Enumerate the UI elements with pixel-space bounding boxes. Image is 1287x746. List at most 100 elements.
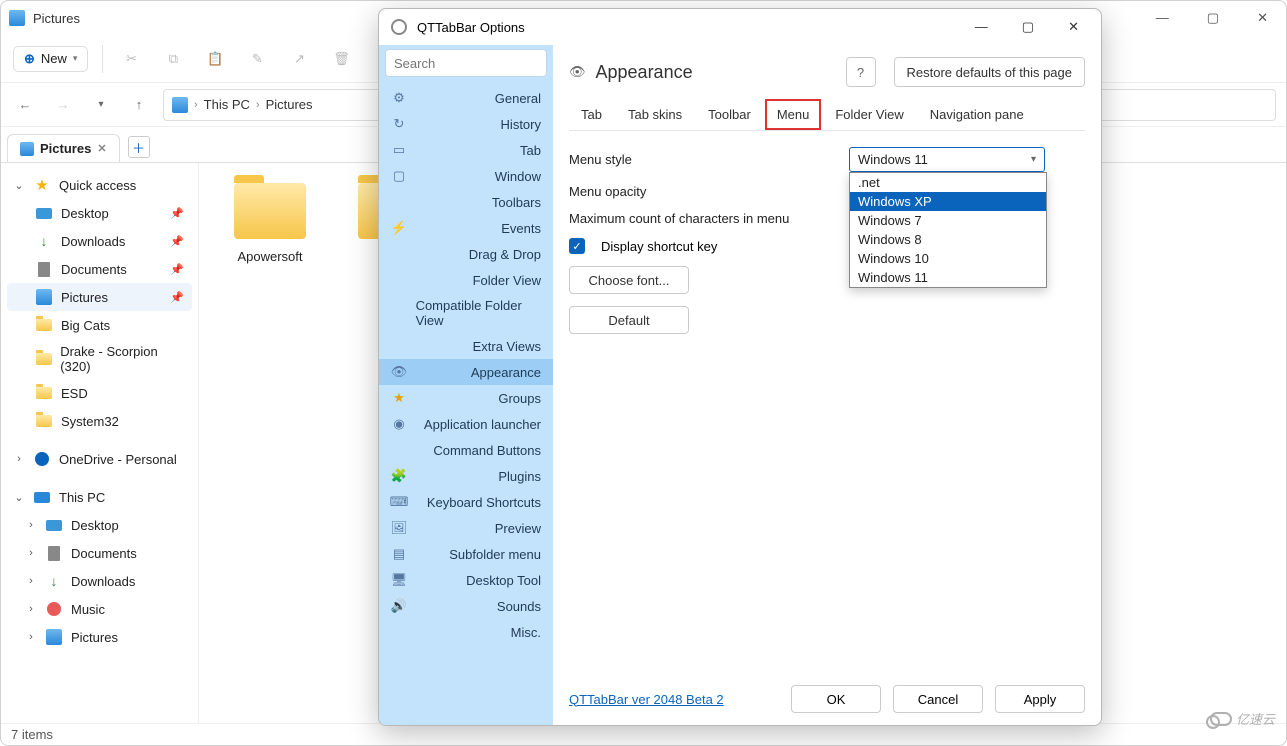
category-desktool[interactable]: 🖥Desktop Tool — [379, 567, 553, 593]
dropdown-option[interactable]: Windows 7 — [850, 211, 1046, 230]
sidebar-pc-documents[interactable]: › Documents — [7, 539, 192, 567]
category-plugins[interactable]: 🧩Plugins — [379, 463, 553, 489]
breadcrumb-current[interactable]: Pictures — [266, 97, 313, 112]
sidebar-downloads[interactable]: ↓ Downloads 📌 — [7, 227, 192, 255]
menu-opacity-label: Menu opacity — [569, 184, 839, 199]
pictures-icon — [20, 142, 34, 156]
minimize-button[interactable]: — — [965, 15, 998, 39]
preview-icon: 🖼 — [391, 520, 407, 536]
sidebar-pc-pictures[interactable]: › Pictures — [7, 623, 192, 651]
rename-icon[interactable]: ✎ — [243, 45, 271, 73]
category-events[interactable]: ⚡Events — [379, 215, 553, 241]
form-area: Menu style Windows 11 ▾ Menu opacity Max… — [569, 147, 1085, 346]
sidebar-system32[interactable]: System32 — [7, 407, 192, 435]
category-compat[interactable]: Compatible Folder View — [379, 293, 553, 333]
sidebar-big-cats[interactable]: Big Cats — [7, 311, 192, 339]
category-preview[interactable]: 🖼Preview — [379, 515, 553, 541]
subtab-skins[interactable]: Tab skins — [616, 99, 694, 130]
choose-font-button[interactable]: Choose font... — [569, 266, 689, 294]
dialog-body: ⚙General ↻History ▭Tab ▢Window Toolbars … — [379, 45, 1101, 725]
default-button[interactable]: Default — [569, 306, 689, 334]
sidebar-esd[interactable]: ESD — [7, 379, 192, 407]
subtab-tab[interactable]: Tab — [569, 99, 614, 130]
category-folderview[interactable]: Folder View — [379, 267, 553, 293]
category-dragdrop[interactable]: Drag & Drop — [379, 241, 553, 267]
menu-style-select[interactable]: Windows 11 ▾ — [849, 147, 1045, 172]
folder-item[interactable]: Apowersoft — [215, 183, 325, 264]
close-button[interactable]: ✕ — [1058, 15, 1089, 39]
category-launcher[interactable]: ◉Application launcher — [379, 411, 553, 437]
dropdown-option[interactable]: Windows 11 — [850, 268, 1046, 287]
maximize-button[interactable]: ▢ — [1197, 8, 1229, 28]
restore-defaults-button[interactable]: Restore defaults of this page — [894, 57, 1086, 87]
ok-button[interactable]: OK — [791, 685, 881, 713]
window-title: Pictures — [33, 11, 80, 26]
category-general[interactable]: ⚙General — [379, 85, 553, 111]
sidebar-desktop[interactable]: Desktop 📌 — [7, 199, 192, 227]
menu-style-row: Menu style Windows 11 ▾ — [569, 147, 1085, 172]
dropdown-option[interactable]: Windows XP — [850, 192, 1046, 211]
back-button[interactable]: ← — [11, 91, 39, 119]
share-icon[interactable]: ↗ — [285, 45, 313, 73]
sidebar-label: Big Cats — [61, 318, 110, 333]
subtab-menu[interactable]: Menu — [765, 99, 822, 130]
category-label: Events — [501, 221, 541, 236]
sidebar-pc-downloads[interactable]: › ↓ Downloads — [7, 567, 192, 595]
forward-button[interactable]: → — [49, 91, 77, 119]
category-appearance[interactable]: 👁Appearance — [379, 359, 553, 385]
sidebar-onedrive[interactable]: › OneDrive - Personal — [7, 445, 192, 473]
category-shortcuts[interactable]: ⌨Keyboard Shortcuts — [379, 489, 553, 515]
sidebar-documents[interactable]: Documents 📌 — [7, 255, 192, 283]
apply-button[interactable]: Apply — [995, 685, 1085, 713]
category-extra[interactable]: Extra Views — [379, 333, 553, 359]
sidebar-quick-access[interactable]: ⌄ ★ Quick access — [7, 171, 192, 199]
dropdown-option[interactable]: Windows 8 — [850, 230, 1046, 249]
subtab-navpane[interactable]: Navigation pane — [918, 99, 1036, 130]
misc-icon — [391, 624, 407, 640]
sidebar-this-pc[interactable]: ⌄ This PC — [7, 483, 192, 511]
tab-pictures[interactable]: Pictures ✕ — [7, 134, 120, 162]
sidebar-label: Pictures — [71, 630, 118, 645]
category-sounds[interactable]: 🔊Sounds — [379, 593, 553, 619]
minimize-button[interactable]: — — [1146, 8, 1179, 28]
add-tab-button[interactable]: ＋ — [128, 136, 150, 158]
category-toolbars[interactable]: Toolbars — [379, 189, 553, 215]
cut-icon[interactable]: ✂ — [117, 45, 145, 73]
category-history[interactable]: ↻History — [379, 111, 553, 137]
category-groups[interactable]: ★Groups — [379, 385, 553, 411]
dialog-title: QTTabBar Options — [417, 20, 525, 35]
sidebar-label: Documents — [71, 546, 137, 561]
subtab-toolbar[interactable]: Toolbar — [696, 99, 763, 130]
chevron-down-icon[interactable]: ▾ — [87, 91, 115, 119]
category-subfolder[interactable]: ▤Subfolder menu — [379, 541, 553, 567]
search-field[interactable] — [394, 56, 538, 71]
maximize-button[interactable]: ▢ — [1012, 15, 1044, 39]
category-tab[interactable]: ▭Tab — [379, 137, 553, 163]
search-input[interactable] — [385, 49, 547, 77]
close-icon[interactable]: ✕ — [97, 142, 106, 155]
sidebar-pc-music[interactable]: › Music — [7, 595, 192, 623]
dropdown-option[interactable]: Windows 10 — [850, 249, 1046, 268]
delete-icon[interactable]: 🗑 — [327, 45, 355, 73]
copy-icon[interactable]: ⧉ — [159, 45, 187, 73]
subtab-folderview[interactable]: Folder View — [823, 99, 915, 130]
sidebar-drake[interactable]: Drake - Scorpion (320) — [7, 339, 192, 379]
version-link[interactable]: QTTabBar ver 2048 Beta 2 — [569, 692, 724, 707]
new-button[interactable]: ⊕ New ▾ — [13, 46, 88, 72]
up-button[interactable]: ↑ — [125, 91, 153, 119]
paste-icon[interactable]: 📋 — [201, 45, 229, 73]
category-cmdbtn[interactable]: Command Buttons — [379, 437, 553, 463]
help-button[interactable]: ? — [846, 57, 876, 87]
menu-style-dropdown[interactable]: .net Windows XP Windows 7 Windows 8 Wind… — [849, 172, 1047, 288]
sidebar-pc-desktop[interactable]: › Desktop — [7, 511, 192, 539]
category-misc[interactable]: Misc. — [379, 619, 553, 645]
cancel-button[interactable]: Cancel — [893, 685, 983, 713]
close-button[interactable]: ✕ — [1247, 8, 1278, 28]
dialog-sidebar: ⚙General ↻History ▭Tab ▢Window Toolbars … — [379, 45, 553, 725]
sidebar-pictures[interactable]: Pictures 📌 — [7, 283, 192, 311]
dropdown-option[interactable]: .net — [850, 173, 1046, 192]
breadcrumb-sep: › — [194, 99, 198, 111]
checkbox-checked[interactable]: ✓ — [569, 238, 585, 254]
category-window[interactable]: ▢Window — [379, 163, 553, 189]
breadcrumb-root[interactable]: This PC — [204, 97, 250, 112]
